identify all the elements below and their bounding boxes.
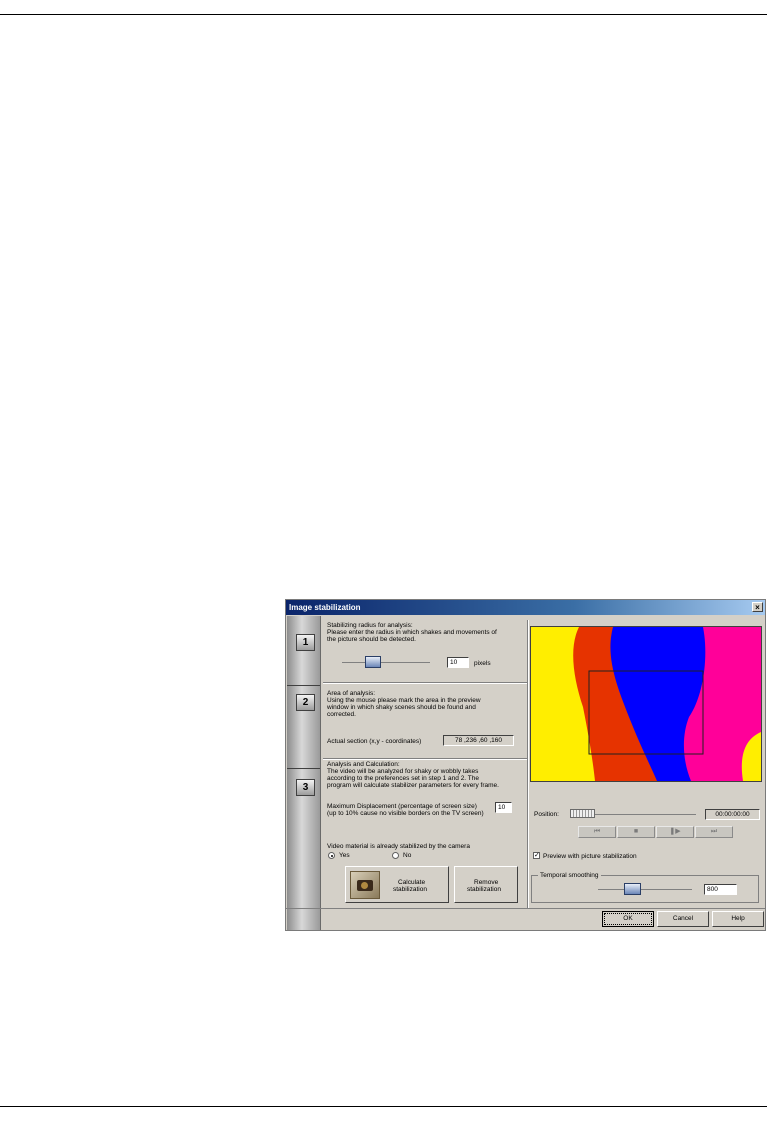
step1-separator — [323, 682, 527, 684]
calculate-stabilization-button[interactable]: Calculate stabilization — [345, 866, 449, 903]
yes-radio[interactable] — [328, 852, 335, 859]
radius-slider-track[interactable] — [342, 662, 430, 663]
step-3-badge: 3 — [296, 779, 315, 796]
close-icon: × — [755, 603, 760, 612]
smoothing-input[interactable]: 800 — [704, 884, 737, 895]
radius-unit-label: pixels — [474, 660, 491, 667]
step-1-badge: 1 — [296, 634, 315, 651]
ok-button[interactable]: OK — [602, 911, 654, 927]
stop-button[interactable]: ■ — [617, 826, 655, 838]
help-button[interactable]: Help — [712, 911, 764, 927]
calculate-label-line2: stabilization — [393, 886, 427, 893]
page-top-rule — [0, 14, 767, 15]
video-preview[interactable] — [530, 626, 762, 782]
preview-stabilization-checkbox[interactable]: ✓ — [533, 852, 540, 859]
radius-input[interactable]: 10 — [447, 657, 469, 668]
dialog-titlebar: Image stabilization × — [286, 600, 765, 615]
smoothing-slider-thumb[interactable] — [624, 883, 641, 895]
position-label: Position: — [534, 811, 559, 818]
close-button[interactable]: × — [752, 602, 763, 612]
timecode-display: 00:00:00:00 — [705, 809, 760, 820]
settings-pane: Stabilizing radius for analysis: Please … — [321, 616, 527, 908]
step3-desc-line3: program will calculate stabilizer parame… — [327, 782, 499, 789]
smoothing-slider-track[interactable] — [598, 889, 692, 890]
step-rail: 1 2 3 — [287, 616, 321, 930]
skip-forward-button[interactable]: ⏭ — [695, 826, 733, 838]
section-label: Actual section (x,y - coordinates) — [327, 738, 422, 745]
step-divider — [287, 685, 320, 686]
dialog-title: Image stabilization — [289, 603, 361, 612]
play-step-button[interactable]: ❚▶ — [656, 826, 694, 838]
step2-separator — [323, 758, 527, 760]
stop-icon: ■ — [633, 828, 639, 835]
section-coordinates-field: 78 ,236 ,60 ,160 — [443, 735, 514, 746]
play-step-icon: ❚▶ — [669, 828, 681, 835]
camera-icon — [350, 871, 380, 899]
temporal-smoothing-label: Temporal smoothing — [538, 872, 601, 880]
ok-label: OK — [623, 915, 633, 922]
help-label: Help — [731, 915, 745, 922]
max-displacement-label-line2: (up to 10% cause no visible borders on t… — [327, 810, 484, 817]
preview-frame-image — [531, 627, 761, 781]
skip-back-icon: ⏮ — [593, 828, 601, 835]
max-displacement-input[interactable]: 10 — [495, 802, 512, 813]
image-stabilization-dialog: Image stabilization × 1 2 3 Stabilizing … — [285, 599, 766, 931]
dialog-footer-divider — [286, 908, 765, 909]
cancel-button[interactable]: Cancel — [657, 911, 709, 927]
preview-stabilization-label: Preview with picture stabilization — [543, 853, 637, 860]
step1-desc-line2: the picture should be detected. — [327, 636, 416, 643]
step-2-badge: 2 — [296, 694, 315, 711]
yes-radio-label: Yes — [339, 852, 350, 859]
no-radio[interactable] — [392, 852, 399, 859]
pane-divider — [527, 620, 529, 908]
no-radio-label: No — [403, 852, 412, 859]
radius-slider-thumb[interactable] — [365, 656, 381, 668]
remove-label-line2: stabilization — [467, 886, 501, 893]
temporal-smoothing-group: Temporal smoothing 800 — [531, 872, 759, 903]
skip-forward-icon: ⏭ — [710, 828, 718, 835]
cancel-label: Cancel — [672, 915, 694, 922]
step2-desc-line3: corrected. — [327, 711, 356, 718]
remove-stabilization-button[interactable]: Remove stabilization — [454, 866, 518, 903]
already-stabilized-label: Video material is already stabilized by … — [327, 843, 470, 850]
skip-back-button[interactable]: ⏮ — [578, 826, 616, 838]
page-bottom-rule — [0, 1106, 767, 1107]
position-slider-thumb[interactable] — [570, 809, 595, 818]
step-divider — [287, 768, 320, 769]
